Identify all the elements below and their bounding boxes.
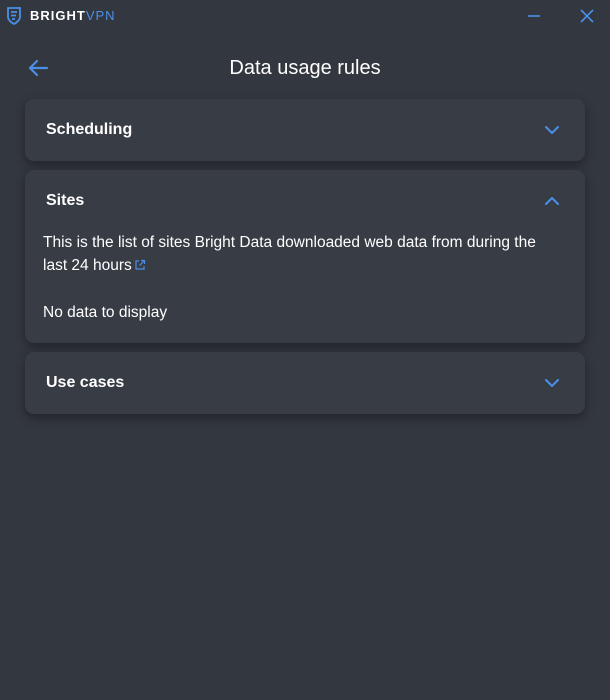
sites-section: Sites This is the list of sites Bright D… [25,170,585,343]
sites-description: This is the list of sites Bright Data do… [43,231,563,277]
use-cases-section-header[interactable]: Use cases [25,352,585,414]
sites-empty-state: No data to display [43,304,168,321]
scheduling-section-header[interactable]: Scheduling [25,99,585,161]
close-button[interactable] [577,6,597,26]
brand-name-secondary: VPN [85,8,116,23]
external-link-icon[interactable] [134,259,146,271]
close-icon [580,9,594,23]
shield-logo-icon [7,7,21,25]
minimize-icon [528,15,540,17]
chevron-down-icon [543,121,561,139]
sites-section-header[interactable]: Sites [25,170,585,232]
brand: BRIGHTVPN [7,6,116,26]
title-bar[interactable]: BRIGHTVPN [0,0,610,32]
page-title: Data usage rules [229,57,381,79]
use-cases-section: Use cases [25,352,585,414]
brand-name-primary: BRIGHT [30,8,86,23]
sites-description-text: This is the list of sites Bright Data do… [43,234,536,274]
sites-section-title: Sites [46,192,85,209]
brand-name: BRIGHTVPN [30,6,116,26]
chevron-up-icon [543,192,561,210]
use-cases-section-title: Use cases [46,374,125,391]
app-window: BRIGHTVPN Data usage rules Scheduling Si… [0,0,610,700]
scheduling-section-title: Scheduling [46,121,133,138]
minimize-button[interactable] [524,6,544,26]
chevron-down-icon [543,374,561,392]
scheduling-section: Scheduling [25,99,585,161]
